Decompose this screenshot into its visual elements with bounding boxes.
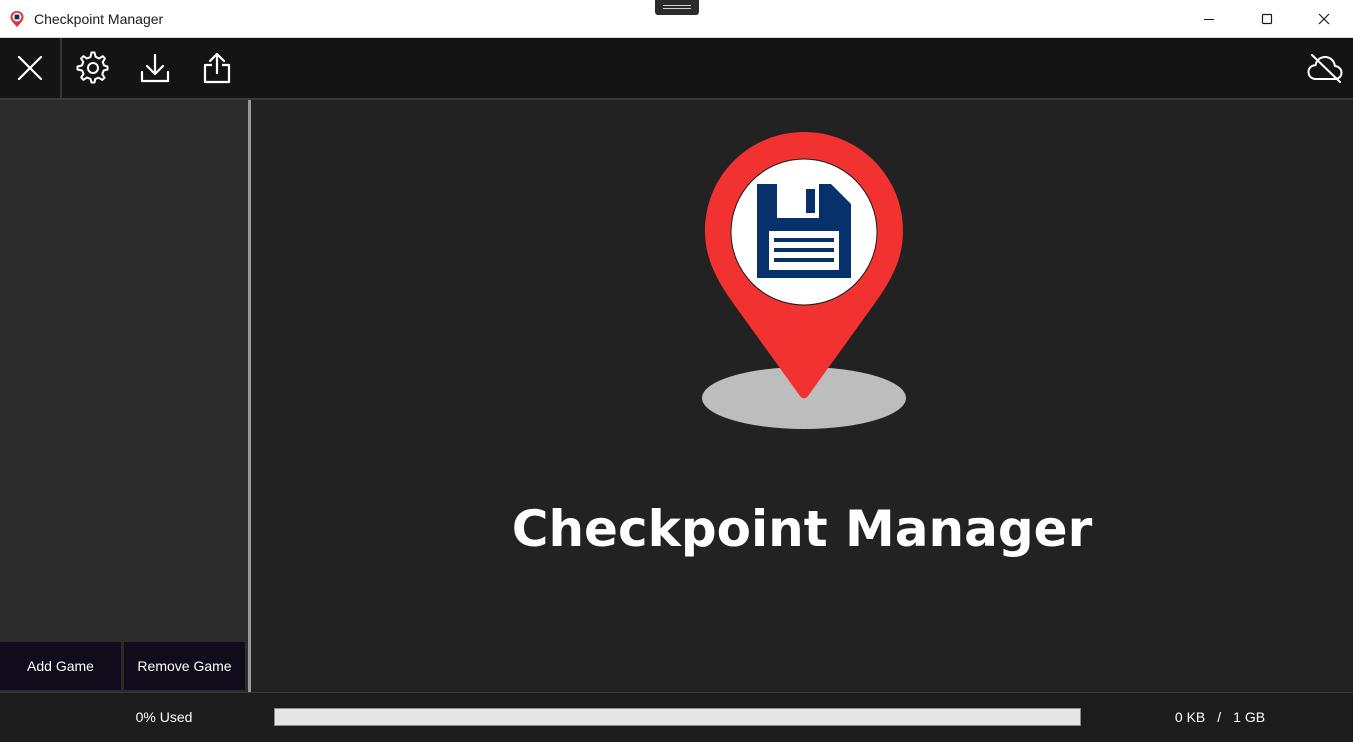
map-pin-floppy-disk-logo bbox=[702, 132, 906, 429]
used-size: 0 KB bbox=[1174, 709, 1206, 725]
app-logo-icon bbox=[10, 11, 24, 27]
minimize-button[interactable] bbox=[1180, 0, 1238, 38]
share-upload-icon bbox=[203, 52, 231, 84]
snap-grab-handle[interactable] bbox=[655, 0, 699, 15]
close-window-button[interactable] bbox=[1295, 0, 1353, 38]
storage-progress-bar bbox=[274, 708, 1081, 726]
main-content bbox=[251, 100, 1353, 692]
app-heading: Checkpoint Manager bbox=[511, 500, 1093, 558]
cloud-off-icon bbox=[1307, 54, 1342, 83]
close-pane-button[interactable] bbox=[0, 38, 60, 98]
close-icon bbox=[17, 55, 43, 81]
minimize-icon bbox=[1204, 19, 1214, 20]
import-button[interactable] bbox=[124, 38, 186, 98]
remove-game-button[interactable]: Remove Game bbox=[124, 642, 245, 690]
gear-icon bbox=[76, 51, 109, 84]
toolbar bbox=[0, 38, 1353, 100]
add-game-button[interactable]: Add Game bbox=[0, 642, 121, 690]
maximize-icon bbox=[1261, 13, 1273, 25]
cloud-sync-button[interactable] bbox=[1296, 38, 1353, 98]
title-bar: Checkpoint Manager bbox=[0, 0, 1353, 38]
settings-button[interactable] bbox=[62, 38, 124, 98]
size-separator: / bbox=[1217, 709, 1222, 725]
storage-summary: 0 KB / 1 GB bbox=[1140, 709, 1300, 725]
window-title: Checkpoint Manager bbox=[34, 11, 164, 27]
maximize-button[interactable] bbox=[1238, 0, 1296, 38]
download-icon bbox=[140, 53, 170, 83]
total-size: 1 GB bbox=[1233, 709, 1266, 725]
game-list-panel[interactable] bbox=[0, 100, 248, 692]
usage-percent-label: 0% Used bbox=[135, 709, 193, 725]
export-button[interactable] bbox=[186, 38, 248, 98]
status-bar: 0% Used 0 KB / 1 GB bbox=[0, 692, 1353, 742]
close-window-icon bbox=[1318, 13, 1330, 25]
